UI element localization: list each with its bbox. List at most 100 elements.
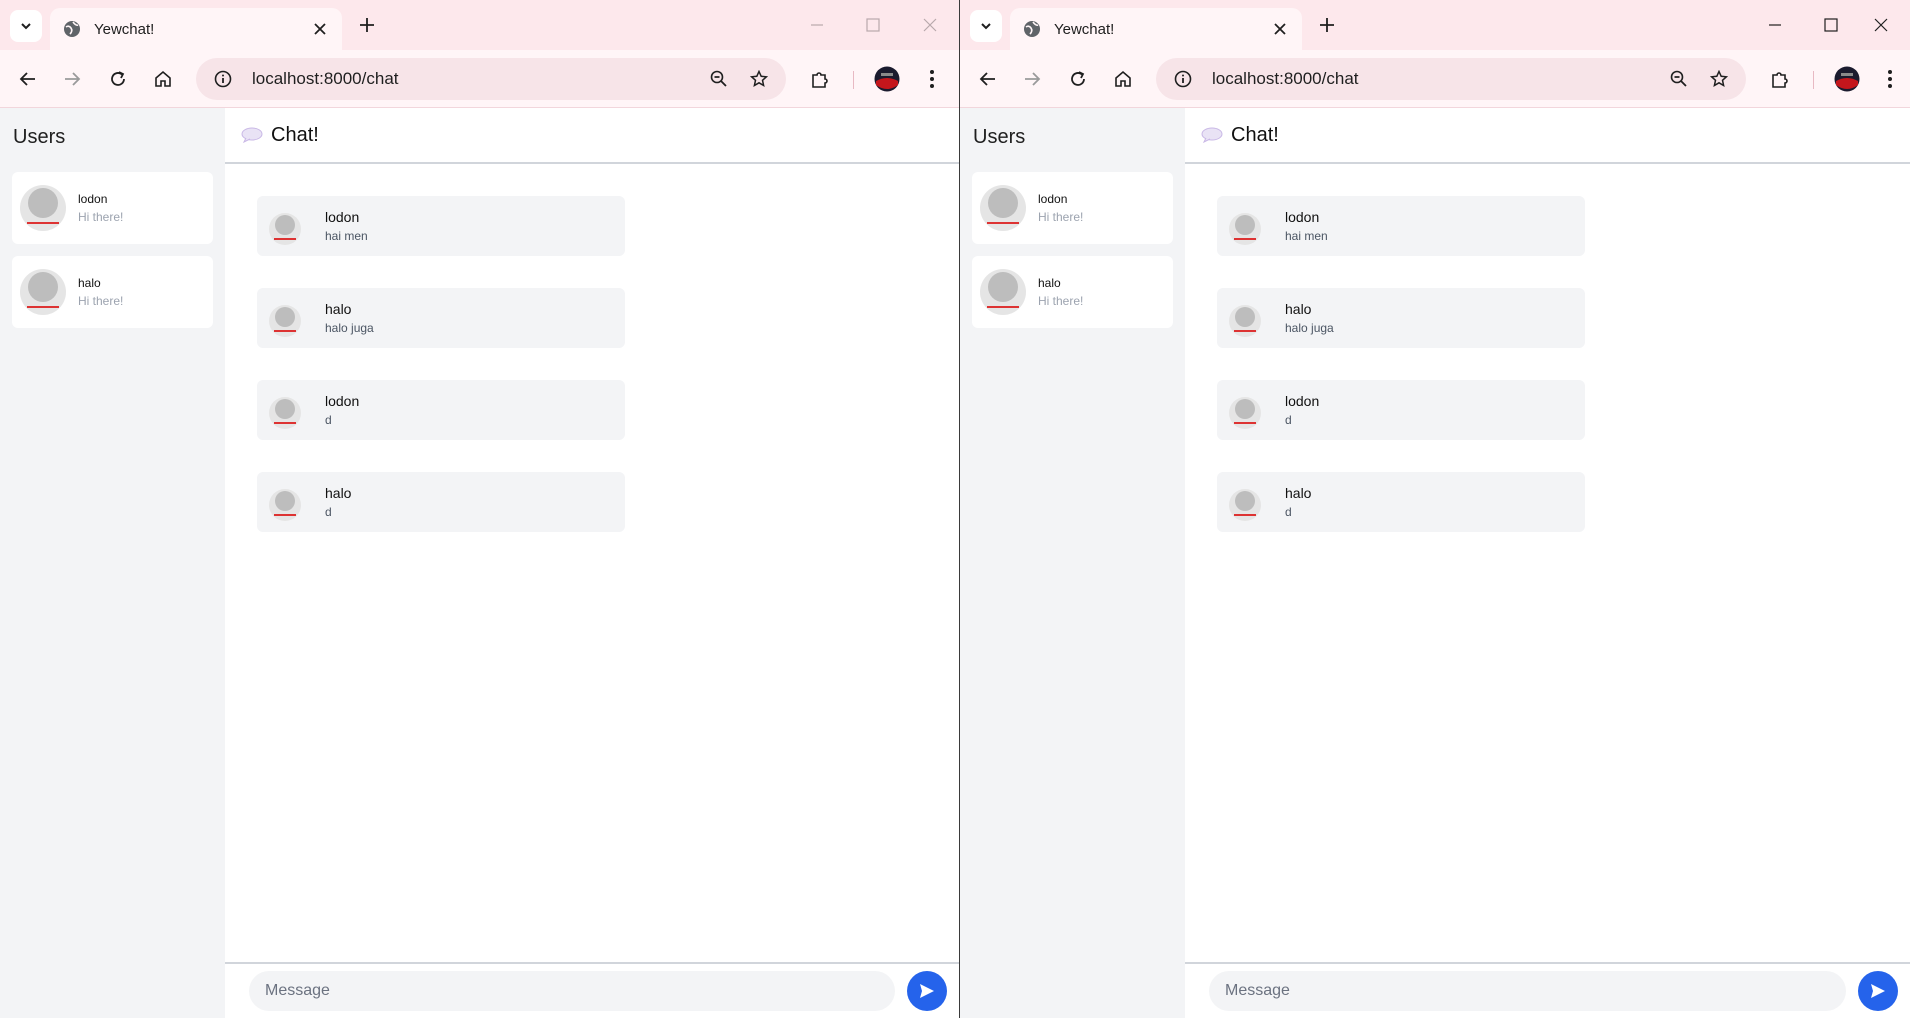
home-icon — [155, 70, 171, 87]
forward-button[interactable] — [56, 63, 88, 95]
message-sender: lodon — [325, 393, 360, 409]
plus-icon — [360, 18, 374, 32]
address-bar[interactable]: localhost:8000/chat — [196, 58, 786, 100]
home-button[interactable] — [147, 63, 179, 95]
zoom-icon[interactable] — [1664, 64, 1694, 94]
message-sender: halo — [325, 485, 352, 501]
message-input[interactable] — [249, 971, 895, 1011]
tab-search-button[interactable] — [970, 10, 1002, 42]
user-name: halo — [1038, 276, 1061, 290]
new-tab-button[interactable] — [1314, 12, 1340, 38]
zoom-icon[interactable] — [704, 64, 734, 94]
chevron-down-icon — [21, 23, 31, 30]
star-icon[interactable] — [744, 64, 774, 94]
message-list: lodon hai men halo halo juga lodon d hal… — [1185, 164, 1910, 532]
message: halo halo juga — [1217, 288, 1585, 348]
arrow-right-icon — [1025, 72, 1041, 86]
message-input[interactable] — [1209, 971, 1846, 1011]
chat-app: Users lodon Hi there! halo Hi there! Cha… — [960, 108, 1910, 1018]
extensions-button[interactable] — [804, 63, 836, 95]
user-status: Hi there! — [78, 294, 124, 308]
browser-tab[interactable]: Yewchat! — [1010, 8, 1302, 50]
user-status: Hi there! — [1038, 294, 1084, 308]
message-sender: halo — [1285, 301, 1312, 317]
arrow-left-icon — [19, 72, 35, 86]
back-button[interactable] — [12, 63, 44, 95]
globe-icon — [62, 19, 82, 39]
chat-title: Chat! — [271, 123, 319, 146]
toolbar-separator — [853, 71, 854, 89]
browser-window-right: Yewchat! localhost:8000/chat Users lodon… — [960, 0, 1910, 1018]
avatar — [269, 213, 301, 245]
chevron-down-icon — [981, 23, 991, 30]
menu-button[interactable] — [916, 63, 948, 95]
avatar — [1229, 213, 1261, 245]
message: lodon hai men — [257, 196, 625, 256]
reload-button[interactable] — [102, 63, 134, 95]
user-card[interactable]: lodon Hi there! — [972, 172, 1173, 244]
extensions-button[interactable] — [1764, 63, 1796, 95]
chat-panel: Chat! lodon hai men halo halo juga lodon… — [1185, 108, 1910, 1018]
url-text: localhost:8000/chat — [252, 69, 399, 88]
message-text: d — [325, 505, 332, 519]
user-card[interactable]: halo Hi there! — [12, 256, 213, 328]
tab-search-button[interactable] — [10, 10, 42, 42]
avatar — [980, 269, 1026, 315]
message-list: lodon hai men halo halo juga lodon d hal… — [225, 164, 959, 532]
avatar — [20, 185, 66, 231]
user-name: halo — [78, 276, 101, 290]
more-vertical-icon — [930, 70, 934, 88]
info-icon[interactable] — [208, 64, 238, 94]
user-name: lodon — [1038, 192, 1068, 206]
close-icon — [1874, 18, 1888, 32]
maximize-button[interactable] — [1803, 0, 1859, 50]
forward-button[interactable] — [1016, 63, 1048, 95]
message-sender: halo — [1285, 485, 1312, 501]
reload-button[interactable] — [1062, 63, 1094, 95]
minimize-button[interactable] — [1747, 0, 1803, 50]
back-button[interactable] — [972, 63, 1004, 95]
avatar — [1229, 489, 1261, 521]
user-status: Hi there! — [1038, 210, 1084, 224]
tab-title: Yewchat! — [1054, 20, 1115, 38]
message: halo halo juga — [257, 288, 625, 348]
tab-close-icon[interactable] — [1270, 19, 1290, 39]
globe-icon — [1022, 19, 1042, 39]
minimize-button[interactable] — [789, 0, 845, 50]
message-text: hai men — [1285, 229, 1328, 243]
message-text: d — [1285, 413, 1292, 427]
new-tab-button[interactable] — [354, 12, 380, 38]
avatar — [20, 269, 66, 315]
message-sender: lodon — [1285, 393, 1320, 409]
message-sender: lodon — [325, 209, 360, 225]
user-card[interactable]: halo Hi there! — [972, 256, 1173, 328]
maximize-button[interactable] — [845, 0, 901, 50]
browser-tab[interactable]: Yewchat! — [50, 8, 342, 50]
browser-toolbar: localhost:8000/chat — [0, 50, 959, 108]
menu-button[interactable] — [1874, 63, 1906, 95]
maximize-icon — [1824, 18, 1838, 32]
address-bar[interactable]: localhost:8000/chat — [1156, 58, 1746, 100]
info-icon[interactable] — [1168, 64, 1198, 94]
close-window-button[interactable] — [902, 0, 958, 50]
message: lodon d — [1217, 380, 1585, 440]
user-card[interactable]: lodon Hi there! — [12, 172, 213, 244]
profile-button[interactable] — [1831, 63, 1863, 95]
profile-button[interactable] — [871, 63, 903, 95]
sidebar-heading: Users — [973, 126, 1026, 148]
close-window-button[interactable] — [1853, 0, 1909, 50]
tab-close-icon[interactable] — [310, 19, 330, 39]
maximize-icon — [866, 18, 880, 32]
chat-panel: Chat! lodon hai men halo halo juga lodon… — [225, 108, 959, 1018]
reload-icon — [111, 71, 125, 86]
send-icon — [1871, 984, 1885, 998]
home-button[interactable] — [1107, 63, 1139, 95]
star-icon[interactable] — [1704, 64, 1734, 94]
send-button[interactable] — [907, 971, 947, 1011]
message-text: halo juga — [1285, 321, 1334, 335]
send-button[interactable] — [1858, 971, 1898, 1011]
close-icon — [923, 18, 937, 32]
toolbar-separator — [1813, 71, 1814, 89]
arrow-left-icon — [979, 72, 995, 86]
url-text: localhost:8000/chat — [1212, 69, 1359, 88]
